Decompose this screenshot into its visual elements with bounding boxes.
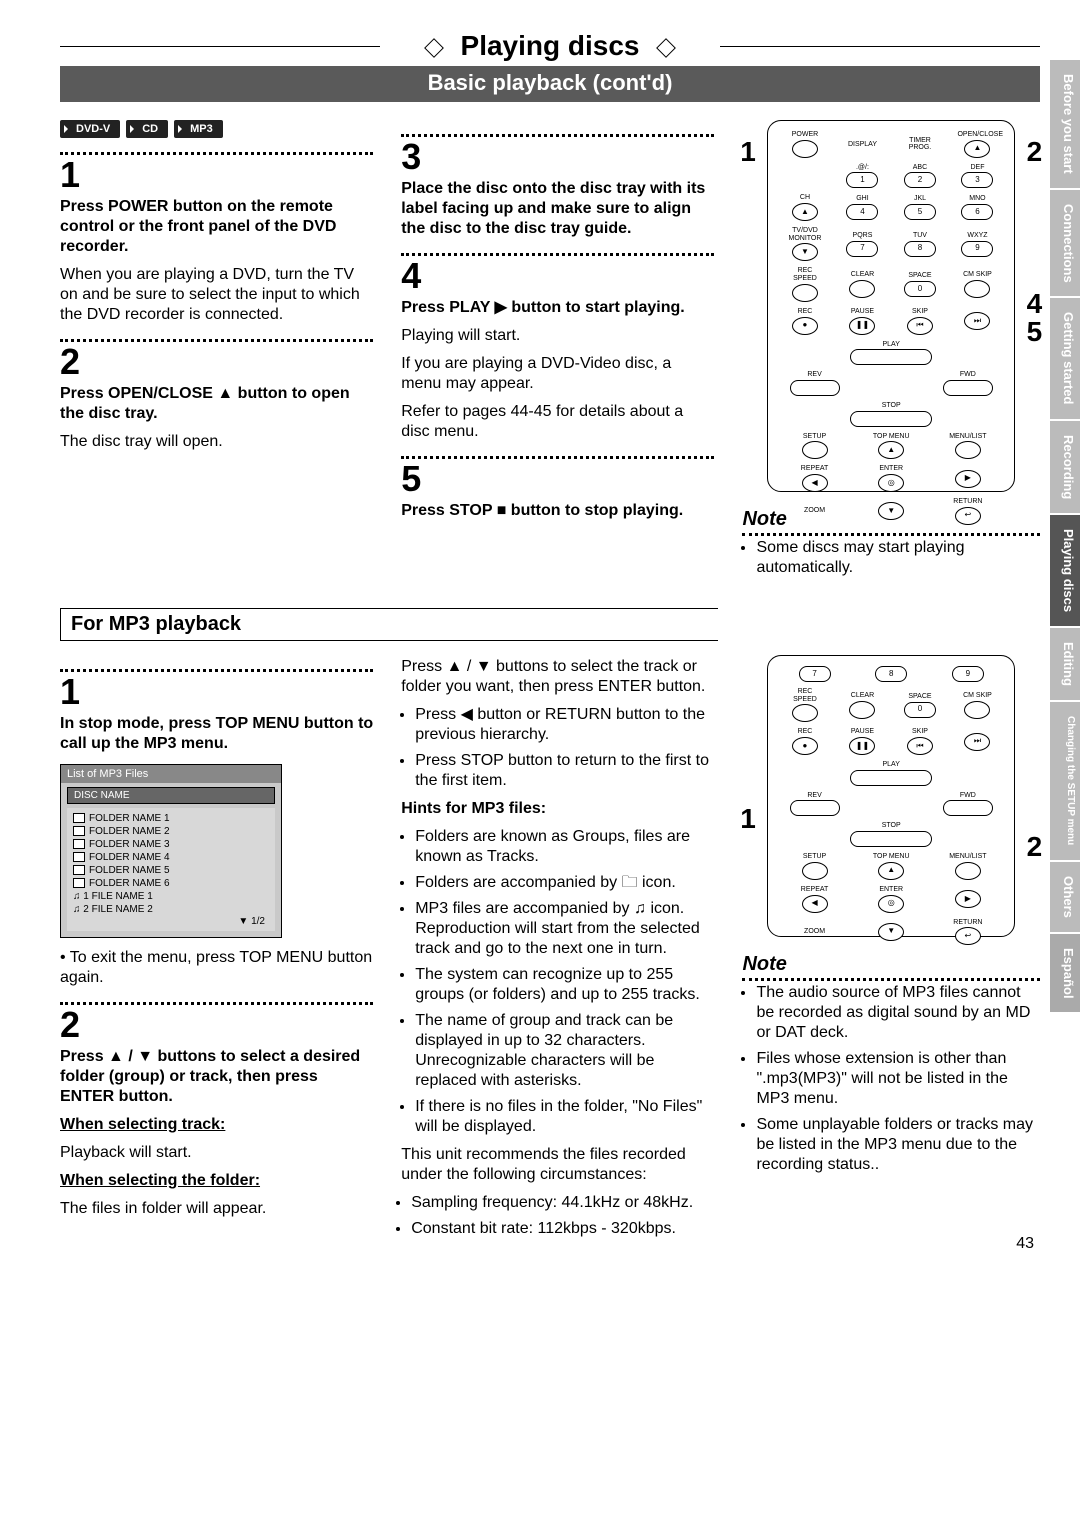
callout-2: 2 xyxy=(1027,136,1043,168)
when-selecting-folder-h: When selecting the folder: xyxy=(60,1172,260,1189)
page-number: 43 xyxy=(1016,1235,1034,1253)
step-4-body1: Playing will start. xyxy=(401,326,714,346)
step-2-number: 2 xyxy=(60,344,373,380)
mp3-file-list-illustration: List of MP3 Files DISC NAME FOLDER NAME … xyxy=(60,764,282,938)
mp3-step-1-number: 1 xyxy=(60,674,373,710)
note-2-item-1: The audio source of MP3 files cannot be … xyxy=(756,983,1040,1043)
step-4-body2: If you are playing a DVD-Video disc, a m… xyxy=(401,354,714,394)
step-1-lead: Press POWER button on the remote control… xyxy=(60,197,373,257)
note-2-title: Note xyxy=(742,953,1040,976)
mp3-step-1-lead: In stop mode, press TOP MENU button to c… xyxy=(60,714,373,754)
side-tab-before-you-start[interactable]: Before you start xyxy=(1050,60,1080,190)
badge-dvdv: DVD-V xyxy=(60,120,120,138)
mp3-step-2-number: 2 xyxy=(60,1007,373,1043)
section-title: Basic playback (cont'd) xyxy=(60,66,1040,102)
mp3-disc-name: DISC NAME xyxy=(67,787,275,804)
remote-illustration-top: POWER DISPLAY TIMER PROG. OPEN/CLOSE▲ .@… xyxy=(767,120,1015,492)
hint-1: Folders are known as Groups, files are k… xyxy=(415,827,714,867)
hint-4: The system can recognize up to 255 group… xyxy=(415,965,714,1005)
mp3-callout-2: 2 xyxy=(1027,831,1043,863)
side-tab-setup-menu[interactable]: Changing the SETUP menu xyxy=(1050,702,1080,861)
badge-mp3: MP3 xyxy=(174,120,223,138)
chapter-title: Playing discs xyxy=(60,30,1040,62)
step-4-body3: Refer to pages 44-45 for details about a… xyxy=(401,402,714,442)
when-selecting-track-h: When selecting track: xyxy=(60,1116,225,1133)
mp3-step-1-exit: • To exit the menu, press TOP MENU butto… xyxy=(60,948,373,988)
note-2-item-2: Files whose extension is other than ".mp… xyxy=(756,1049,1040,1109)
disc-type-badges: DVD-V CD MP3 xyxy=(60,120,373,138)
side-tab-recording[interactable]: Recording xyxy=(1050,421,1080,515)
rec-1: Sampling frequency: 44.1kHz or 48kHz. xyxy=(411,1193,714,1213)
mp3-col2-b2: Press STOP button to return to the first… xyxy=(415,751,714,791)
side-tab-editing[interactable]: Editing xyxy=(1050,628,1080,702)
rec-lead: This unit recommends the files recorded … xyxy=(401,1145,714,1185)
step-2-lead: Press OPEN/CLOSE ▲ button to open the di… xyxy=(60,384,373,424)
side-tab-getting-started[interactable]: Getting started xyxy=(1050,298,1080,420)
when-selecting-folder-b: The files in folder will appear. xyxy=(60,1199,373,1219)
step-5-number: 5 xyxy=(401,461,714,497)
note-1-item: Some discs may start playing automatical… xyxy=(756,538,1040,578)
step-5-lead: Press STOP ■ button to stop playing. xyxy=(401,501,714,521)
callout-5: 5 xyxy=(1027,316,1043,348)
rec-2: Constant bit rate: 112kbps - 320kbps. xyxy=(411,1219,714,1239)
step-2-body: The disc tray will open. xyxy=(60,432,373,452)
mp3-col2-lead: Press ▲ / ▼ buttons to select the track … xyxy=(401,657,714,697)
when-selecting-track-b: Playback will start. xyxy=(60,1143,373,1163)
step-3-lead: Place the disc onto the disc tray with i… xyxy=(401,179,714,239)
mp3-col2-b1: Press ◀ button or RETURN button to the p… xyxy=(415,705,714,745)
mp3-subsection-title: For MP3 playback xyxy=(60,608,718,641)
note-2-item-3: Some unplayable folders or tracks may be… xyxy=(756,1115,1040,1175)
step-1-body: When you are playing a DVD, turn the TV … xyxy=(60,265,373,325)
hint-3: MP3 files are accompanied by ♫ icon. Rep… xyxy=(415,899,714,959)
hints-h: Hints for MP3 files: xyxy=(401,800,546,817)
hint-5: The name of group and track can be displ… xyxy=(415,1011,714,1091)
hint-2: Folders are accompanied by 🗀 icon. xyxy=(415,873,714,893)
step-1-number: 1 xyxy=(60,157,373,193)
side-tab-espanol[interactable]: Español xyxy=(1050,934,1080,1015)
step-4-number: 4 xyxy=(401,258,714,294)
side-tab-connections[interactable]: Connections xyxy=(1050,190,1080,299)
step-3-number: 3 xyxy=(401,139,714,175)
side-tab-others[interactable]: Others xyxy=(1050,862,1080,934)
step-4-lead: Press PLAY ▶ button to start playing. xyxy=(401,298,714,318)
remote-illustration-bottom: 7 8 9 REC SPEED CLEAR SPACE0 CM SKIP REC… xyxy=(767,655,1015,937)
chapter-title-text: Playing discs xyxy=(461,30,640,61)
side-tabs: Before you start Connections Getting sta… xyxy=(1050,60,1080,1014)
hint-6: If there is no files in the folder, "No … xyxy=(415,1097,714,1137)
badge-cd: CD xyxy=(126,120,168,138)
mp3-step-2-lead: Press ▲ / ▼ buttons to select a desired … xyxy=(60,1047,373,1107)
side-tab-playing-discs[interactable]: Playing discs xyxy=(1050,515,1080,628)
callout-1: 1 xyxy=(740,136,756,168)
mp3-list-header: List of MP3 Files xyxy=(61,765,281,783)
mp3-callout-1: 1 xyxy=(740,803,756,835)
